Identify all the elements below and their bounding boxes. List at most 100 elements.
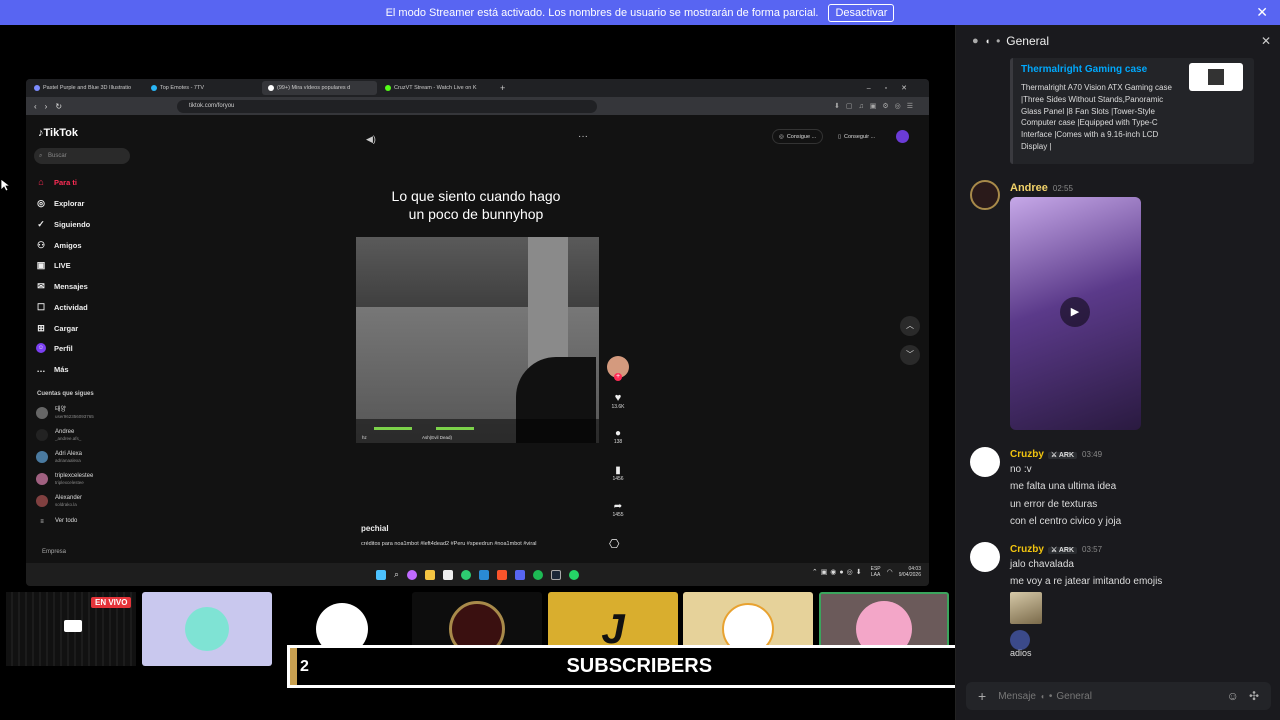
avatar[interactable] (970, 542, 1000, 572)
list-icon: ≡ (40, 518, 44, 525)
nav-item-perfil[interactable]: ☺ Perfil (36, 343, 73, 353)
message-author[interactable]: Andree (1010, 182, 1048, 194)
company-link[interactable]: Empresa (42, 549, 66, 555)
nav-item-para-ti[interactable]: ⌂ Para ti (36, 177, 77, 187)
avatar (36, 429, 48, 441)
profile-icon: ☺ (36, 343, 46, 353)
server-tag: ⚔ ARK (1047, 452, 1078, 459)
windows-start-icon[interactable] (375, 569, 386, 580)
window-controls-icon[interactable]: –▫✕ (867, 84, 921, 92)
get-app-button[interactable]: ▯ Conseguir ... (832, 129, 881, 144)
store-icon[interactable] (443, 569, 454, 580)
message-author[interactable]: Cruzby (1010, 449, 1044, 460)
emoji-image[interactable] (1010, 630, 1030, 650)
embed-thumbnail[interactable] (1189, 63, 1243, 91)
play-icon[interactable]: ▶ (1060, 297, 1090, 327)
brave-icon[interactable] (497, 569, 508, 580)
extensions-icon[interactable]: ⬇▢♫▣⚙◎☰ (834, 102, 919, 110)
save-button[interactable]: ▮ 1456 (606, 465, 630, 482)
previous-video-button[interactable]: ︿ (900, 316, 920, 336)
close-icon[interactable]: ✕ (1256, 4, 1268, 21)
game-hud: hz Ash(Evil Dead) (356, 419, 599, 443)
like-button[interactable]: ♥ 13.6K (606, 392, 630, 410)
next-video-button[interactable]: ﹀ (900, 345, 920, 365)
nav-item-amigos[interactable]: ⚇ Amigos (36, 240, 82, 250)
tiktok-logo[interactable]: ♪TikTok (38, 127, 78, 139)
following-account[interactable]: triplexcelestee triplexcelestee (36, 473, 93, 485)
nav-item-siguiendo[interactable]: ✓ Siguiendo (36, 219, 90, 229)
participant-tile[interactable] (142, 592, 272, 666)
url-input[interactable]: tiktok.com/foryou (177, 99, 598, 113)
nav-item-live[interactable]: ▣ LIVE (36, 260, 71, 270)
activity-icon: ☐ (36, 302, 46, 312)
chevron-down-icon: ﹀ (906, 350, 914, 359)
headphones-icon[interactable]: ⎔ (609, 537, 619, 551)
nav-item-explorar[interactable]: ◎ Explorar (36, 198, 84, 208)
share-button[interactable]: ➦ 1455 (606, 501, 630, 518)
deactivate-button[interactable]: Desactivar (828, 3, 895, 22)
reload-icon[interactable]: ↻ (55, 102, 62, 111)
forward-icon[interactable]: › (45, 102, 48, 111)
nav-item-actividad[interactable]: ☐ Actividad (36, 302, 88, 312)
search-input[interactable]: ⌕ Buscar (34, 148, 130, 164)
following-account[interactable]: 태양 user962356093765 (36, 407, 94, 419)
emoji-icon[interactable]: ☺ (1227, 689, 1239, 703)
spotify-icon[interactable] (533, 569, 544, 580)
tray-icons[interactable]: ⌃▣◉●◎⬇ (812, 568, 865, 576)
live-badge: EN VIVO (91, 597, 132, 608)
embed-body: Thermalright A70 Vision ATX Gaming case … (1021, 83, 1172, 151)
user-avatar-icon[interactable] (896, 130, 909, 143)
browser-tab[interactable]: CruzVT Stream - Watch Live on K (379, 81, 494, 95)
video-author[interactable]: pechial (361, 524, 389, 533)
nav-item-mensajes[interactable]: ✉ Mensajes (36, 281, 88, 291)
friends-icon: ⚇ (36, 240, 46, 250)
new-tab-icon[interactable]: + (500, 83, 505, 93)
browser-tab-active[interactable]: (99+) Mira vídeos populares d (262, 81, 377, 95)
mouse-cursor-icon (0, 178, 10, 192)
copilot-icon[interactable] (407, 569, 418, 580)
avatar[interactable] (970, 447, 1000, 477)
channel-emoji-icon: ◖ (984, 36, 991, 46)
more-options-icon[interactable]: ··· (578, 131, 588, 142)
steam-icon[interactable] (551, 569, 562, 580)
video-description: créditos para noa1mbot #left4dead2 #Peru… (361, 541, 537, 547)
tab-favicon-icon (151, 85, 157, 91)
message-time: 02:55 (1052, 184, 1073, 193)
browser-tab[interactable]: Top Emotes - 7TV (145, 81, 260, 95)
comment-button[interactable]: ● 138 (606, 428, 630, 445)
whatsapp-icon[interactable] (569, 569, 580, 580)
vscode-icon[interactable] (479, 569, 490, 580)
compass-icon: ◎ (37, 198, 45, 208)
following-account[interactable]: Adri Alexa adrianaalexa (36, 451, 82, 463)
wifi-icon[interactable]: ◠ (887, 568, 893, 576)
discord-icon[interactable] (515, 569, 526, 580)
back-icon[interactable]: ‹ (34, 102, 37, 111)
browser-tab[interactable]: Pastel Purple and Blue 3D Illustratio (28, 81, 143, 95)
see-all-link[interactable]: ≡ Ver todo (36, 518, 77, 525)
add-icon[interactable]: + (978, 688, 986, 704)
avatar (36, 473, 48, 485)
nav-item-mas[interactable]: … Más (36, 364, 69, 374)
browser-window: Pastel Purple and Blue 3D Illustratio To… (26, 79, 929, 586)
embed-title[interactable]: Thermalright Gaming case (1021, 64, 1147, 75)
folder-icon[interactable] (425, 569, 436, 580)
avatar[interactable] (970, 180, 1000, 210)
following-account[interactable]: Andree _andree.afs_ (36, 429, 81, 441)
emoji-image[interactable] (1010, 592, 1042, 624)
close-icon[interactable]: ✕ (1261, 34, 1271, 48)
get-coins-button[interactable]: ◎ Consigue ... (772, 129, 824, 144)
video-player[interactable]: hz Ash(Evil Dead) (356, 237, 599, 443)
video-attachment[interactable]: ▶ (1010, 197, 1141, 430)
edge-icon[interactable] (461, 569, 472, 580)
apps-icon[interactable]: ✣ (1249, 689, 1259, 703)
search-icon[interactable]: ⌕ (394, 569, 399, 580)
volume-icon[interactable]: ◀) (366, 134, 376, 145)
message-author[interactable]: Cruzby (1010, 544, 1044, 555)
nav-item-cargar[interactable]: ⊞ Cargar (36, 323, 78, 333)
message-input[interactable]: + Mensaje ◖ • General ☺ ✣ (966, 682, 1271, 710)
following-icon: ✓ (37, 219, 45, 229)
message-text: me falta una ultima idea (1010, 481, 1117, 492)
follow-plus-icon[interactable]: + (614, 373, 622, 381)
video-caption: Lo que siento cuando hago un poco de bun… (391, 188, 561, 222)
following-account[interactable]: Alexander soldrako.la (36, 495, 82, 507)
